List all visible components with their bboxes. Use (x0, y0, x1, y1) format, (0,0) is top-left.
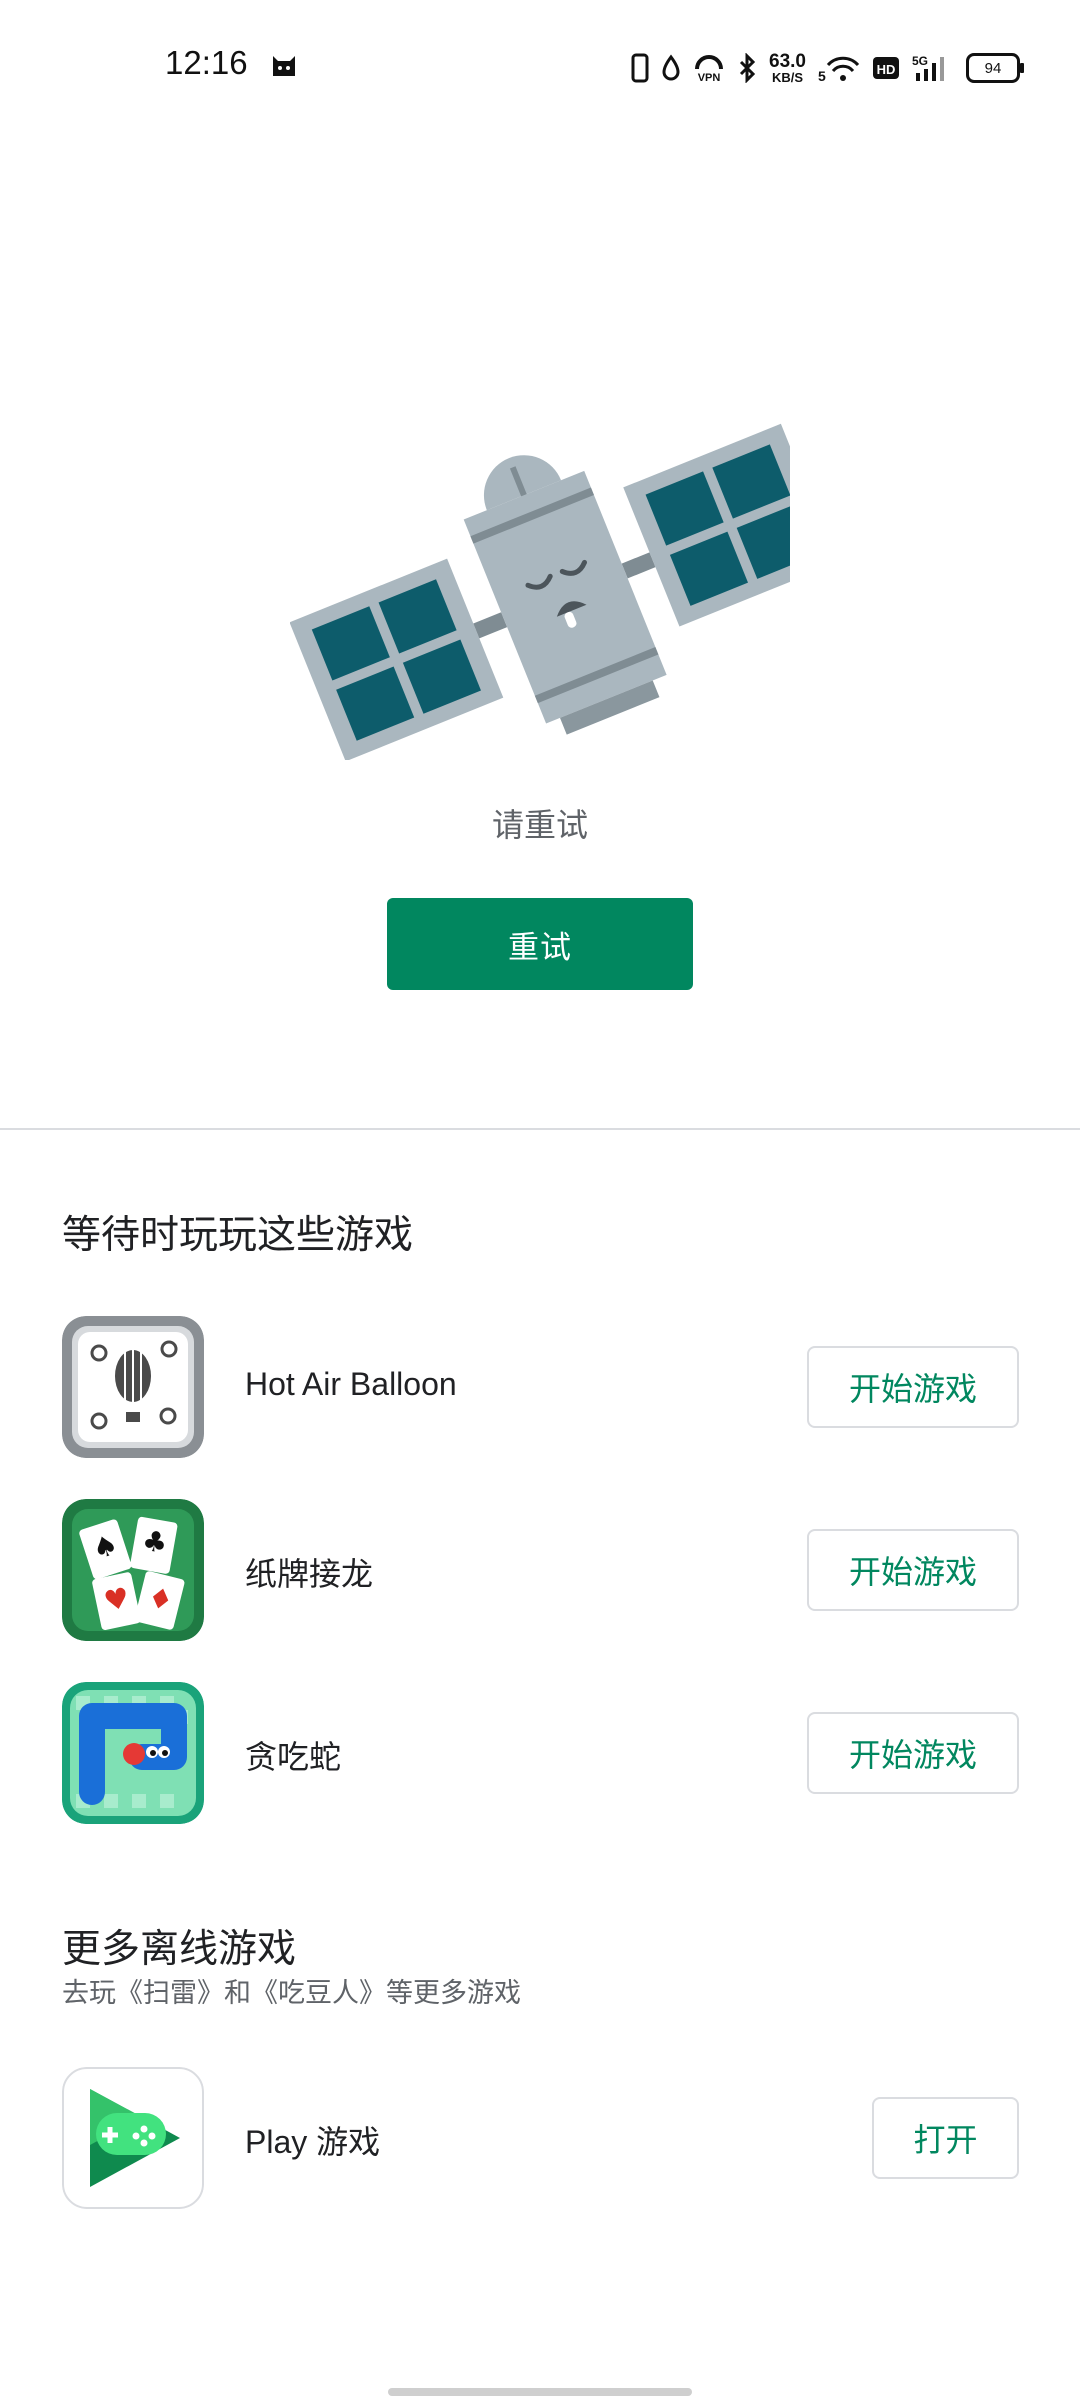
bluetooth-icon (739, 53, 756, 83)
wifi-icon: 5 (818, 56, 860, 83)
retry-button[interactable]: 重试 (387, 898, 693, 990)
cat-icon (273, 56, 295, 76)
status-time: 12:16 (165, 44, 248, 81)
game-name: 纸牌接龙 (245, 1556, 374, 1592)
section-divider (0, 1128, 1080, 1130)
error-message: 请重试 (491, 806, 588, 844)
signal-5g-icon: 5G (912, 54, 944, 81)
play-games-icon (62, 2067, 204, 2209)
svg-text:5G: 5G (912, 54, 928, 68)
sleeping-satellite-illustration (290, 423, 790, 760)
start-game-button[interactable]: 开始游戏 (807, 1346, 1019, 1428)
home-indicator[interactable] (388, 2388, 692, 2396)
vpn-icon: VPN (695, 55, 724, 83)
solitaire-icon: ♠ ♣ ♥ ♦ (62, 1499, 204, 1641)
games-section-title: 等待时玩玩这些游戏 (62, 1213, 414, 1258)
hd-icon: HD (873, 57, 899, 79)
snake-icon (62, 1682, 204, 1824)
game-row-hot-air-balloon[interactable]: Hot Air Balloon 开始游戏 (0, 1316, 1080, 1460)
app-name: Play 游戏 (245, 2124, 381, 2160)
status-bar: 12:16 VPN 63.0 KB/S 5 HD 5G 94 (0, 0, 1080, 136)
network-speed: 63.0 KB/S (769, 51, 806, 85)
game-name: 贪吃蛇 (245, 1739, 342, 1775)
svg-text:HD: HD (877, 62, 896, 77)
vibrate-icon (631, 53, 649, 83)
battery-icon: 94 (966, 53, 1024, 83)
more-games-subtitle: 去玩《扫雷》和《吃豆人》等更多游戏 (62, 1978, 521, 2009)
game-row-snake[interactable]: 贪吃蛇 开始游戏 (0, 1682, 1080, 1826)
app-row-play-games[interactable]: Play 游戏 打开 (0, 2067, 1080, 2211)
game-row-solitaire[interactable]: ♠ ♣ ♥ ♦ 纸牌接龙 开始游戏 (0, 1499, 1080, 1643)
start-game-button[interactable]: 开始游戏 (807, 1529, 1019, 1611)
more-games-title: 更多离线游戏 (62, 1927, 297, 1972)
svg-text:VPN: VPN (698, 72, 721, 83)
start-game-button[interactable]: 开始游戏 (807, 1712, 1019, 1794)
open-button[interactable]: 打开 (872, 2097, 1019, 2179)
drop-icon (662, 54, 680, 81)
hot-air-balloon-icon (62, 1316, 204, 1458)
svg-text:5: 5 (818, 68, 826, 83)
game-name: Hot Air Balloon (245, 1366, 457, 1402)
